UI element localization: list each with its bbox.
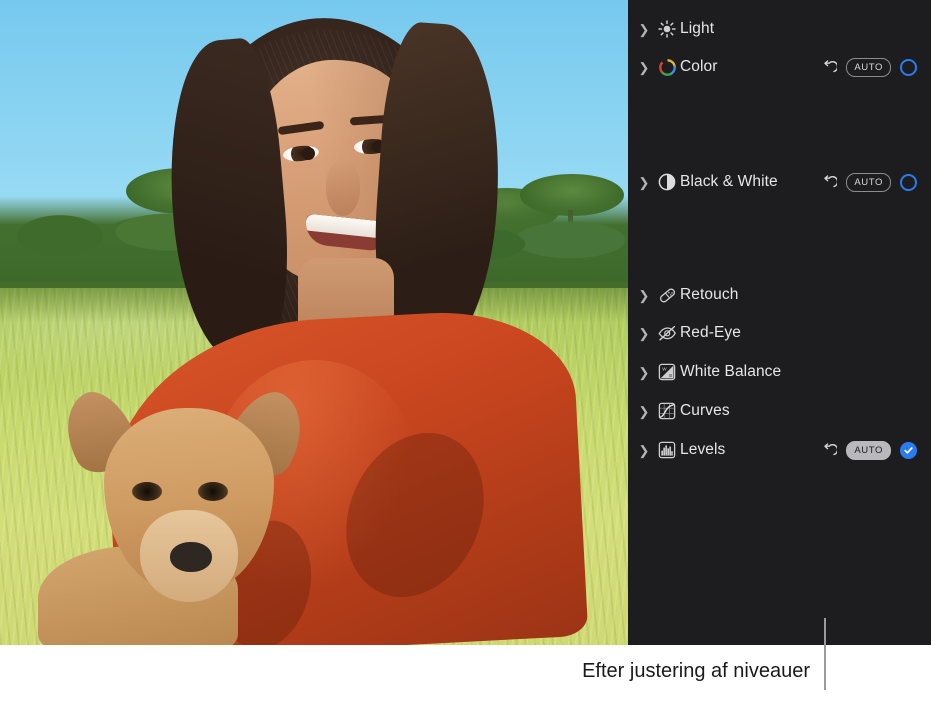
adjustment-label-black-and-white: Black & White [680,173,778,190]
reset-arrow-icon[interactable] [818,171,840,193]
screenshot-root: ❯ Light ❯ Color AUTO ❯ Black & White AUT… [0,0,931,710]
chevron-right-icon[interactable]: ❯ [634,327,654,340]
nose [326,162,360,216]
reset-arrow-icon[interactable] [818,439,840,461]
reset-arrow-icon[interactable] [818,56,840,78]
adjustment-label-color: Color [680,58,718,75]
dog-nose [170,542,212,572]
callout-leader-line [824,618,826,690]
curves-grid-icon [654,402,680,420]
chevron-down-icon[interactable]: ❯ [634,444,654,457]
dog-eye-left [132,482,162,501]
adjustment-label-retouch: Retouch [680,286,739,303]
chevron-right-icon[interactable]: ❯ [634,23,654,36]
contrast-circle-icon [654,173,680,191]
dog-subject [38,370,328,645]
adjustments-panel: ❯ Light ❯ Color AUTO ❯ Black & White AUT… [628,0,931,645]
caption-text: Efter justering af niveauer [582,660,810,682]
adjustment-row-levels[interactable]: ❯ Levels AUTO [628,431,931,469]
adjustment-label-curves: Curves [680,402,730,419]
enable-toggle-levels[interactable] [900,441,917,459]
chevron-down-icon[interactable]: ❯ [634,176,654,189]
adjustment-row-light[interactable]: ❯ Light [628,10,931,48]
chevron-right-icon[interactable]: ❯ [634,366,654,379]
dog-eye-right [198,482,228,501]
chevron-right-icon[interactable]: ❯ [634,405,654,418]
adjustment-row-white-balance[interactable]: ❯ W B White Balance [628,353,931,391]
svg-text:W: W [662,366,667,371]
adjustment-label-red-eye: Red-Eye [680,324,742,341]
eye-slash-icon [654,323,680,343]
bandage-icon [654,286,680,305]
chevron-right-icon[interactable]: ❯ [634,289,654,302]
adjustment-row-black-and-white[interactable]: ❯ Black & White AUTO [628,163,931,201]
adjustment-label-light: Light [680,20,715,37]
photo-preview[interactable] [0,0,628,645]
auto-button-black-and-white[interactable]: AUTO [846,172,891,192]
chevron-down-icon[interactable]: ❯ [634,61,654,74]
adjustment-row-retouch[interactable]: ❯ Retouch [628,276,931,314]
auto-button-levels[interactable]: AUTO [846,440,891,460]
auto-button-color[interactable]: AUTO [846,57,891,77]
brightness-sun-icon [654,20,680,38]
color-wheel-icon [654,58,680,77]
adjustment-label-levels: Levels [680,441,726,458]
adjustment-row-color[interactable]: ❯ Color AUTO [628,48,931,86]
enable-toggle-color[interactable] [900,58,917,76]
levels-histogram-icon [654,441,680,459]
adjustment-label-white-balance: White Balance [680,363,782,380]
adjustment-row-red-eye[interactable]: ❯ Red-Eye [628,314,931,352]
svg-text:B: B [669,373,672,378]
pupil-left [302,147,315,160]
white-balance-icon: W B [654,363,680,381]
enable-toggle-black-and-white[interactable] [900,173,917,191]
adjustment-row-curves[interactable]: ❯ Curves [628,392,931,430]
